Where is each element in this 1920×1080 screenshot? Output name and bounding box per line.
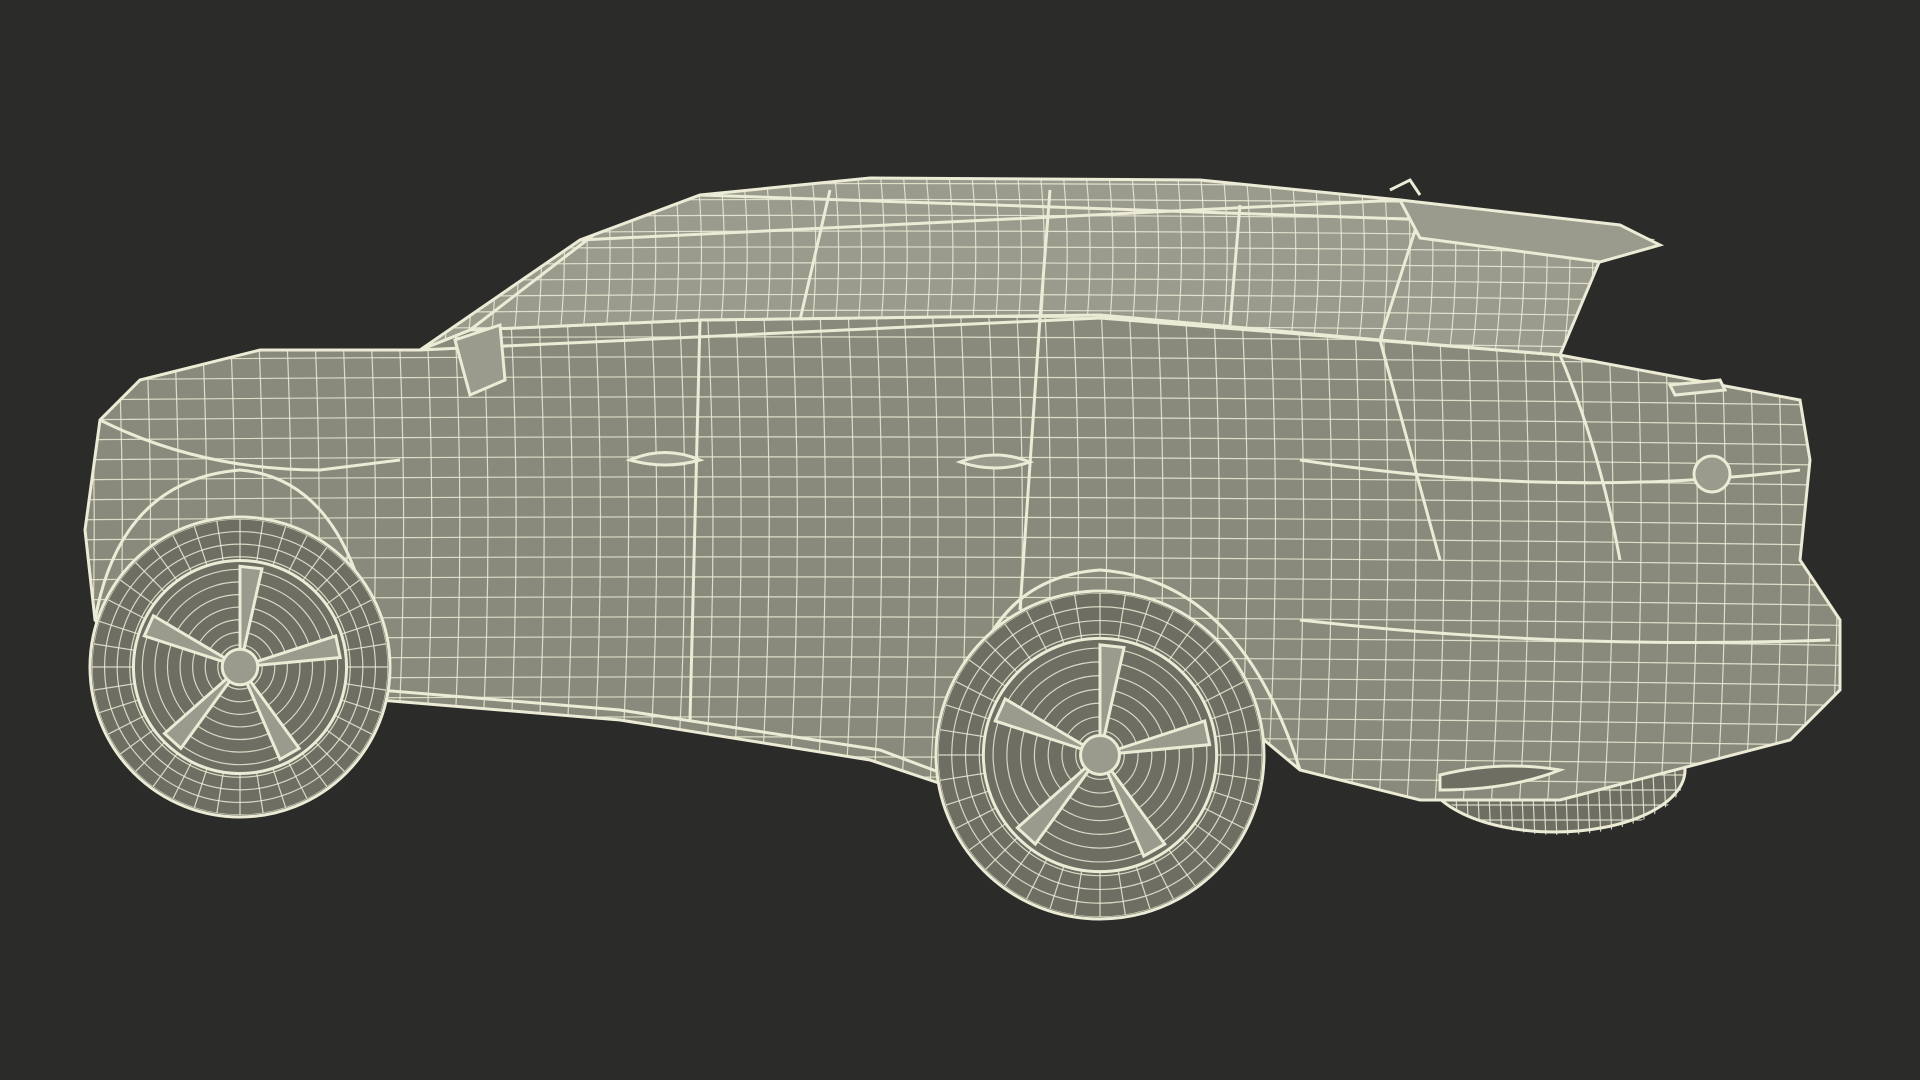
- front-wheel: [88, 515, 392, 819]
- render-viewport: .surf{fill:#8a8a7c;stroke:#ecebd6;stroke…: [0, 0, 1920, 1080]
- rear-door-handle: [955, 453, 1035, 470]
- car-wireframe-render: .surf{fill:#8a8a7c;stroke:#ecebd6;stroke…: [83, 176, 1842, 921]
- rear-emblem: [1692, 454, 1732, 494]
- rear-wheel: [934, 589, 1266, 921]
